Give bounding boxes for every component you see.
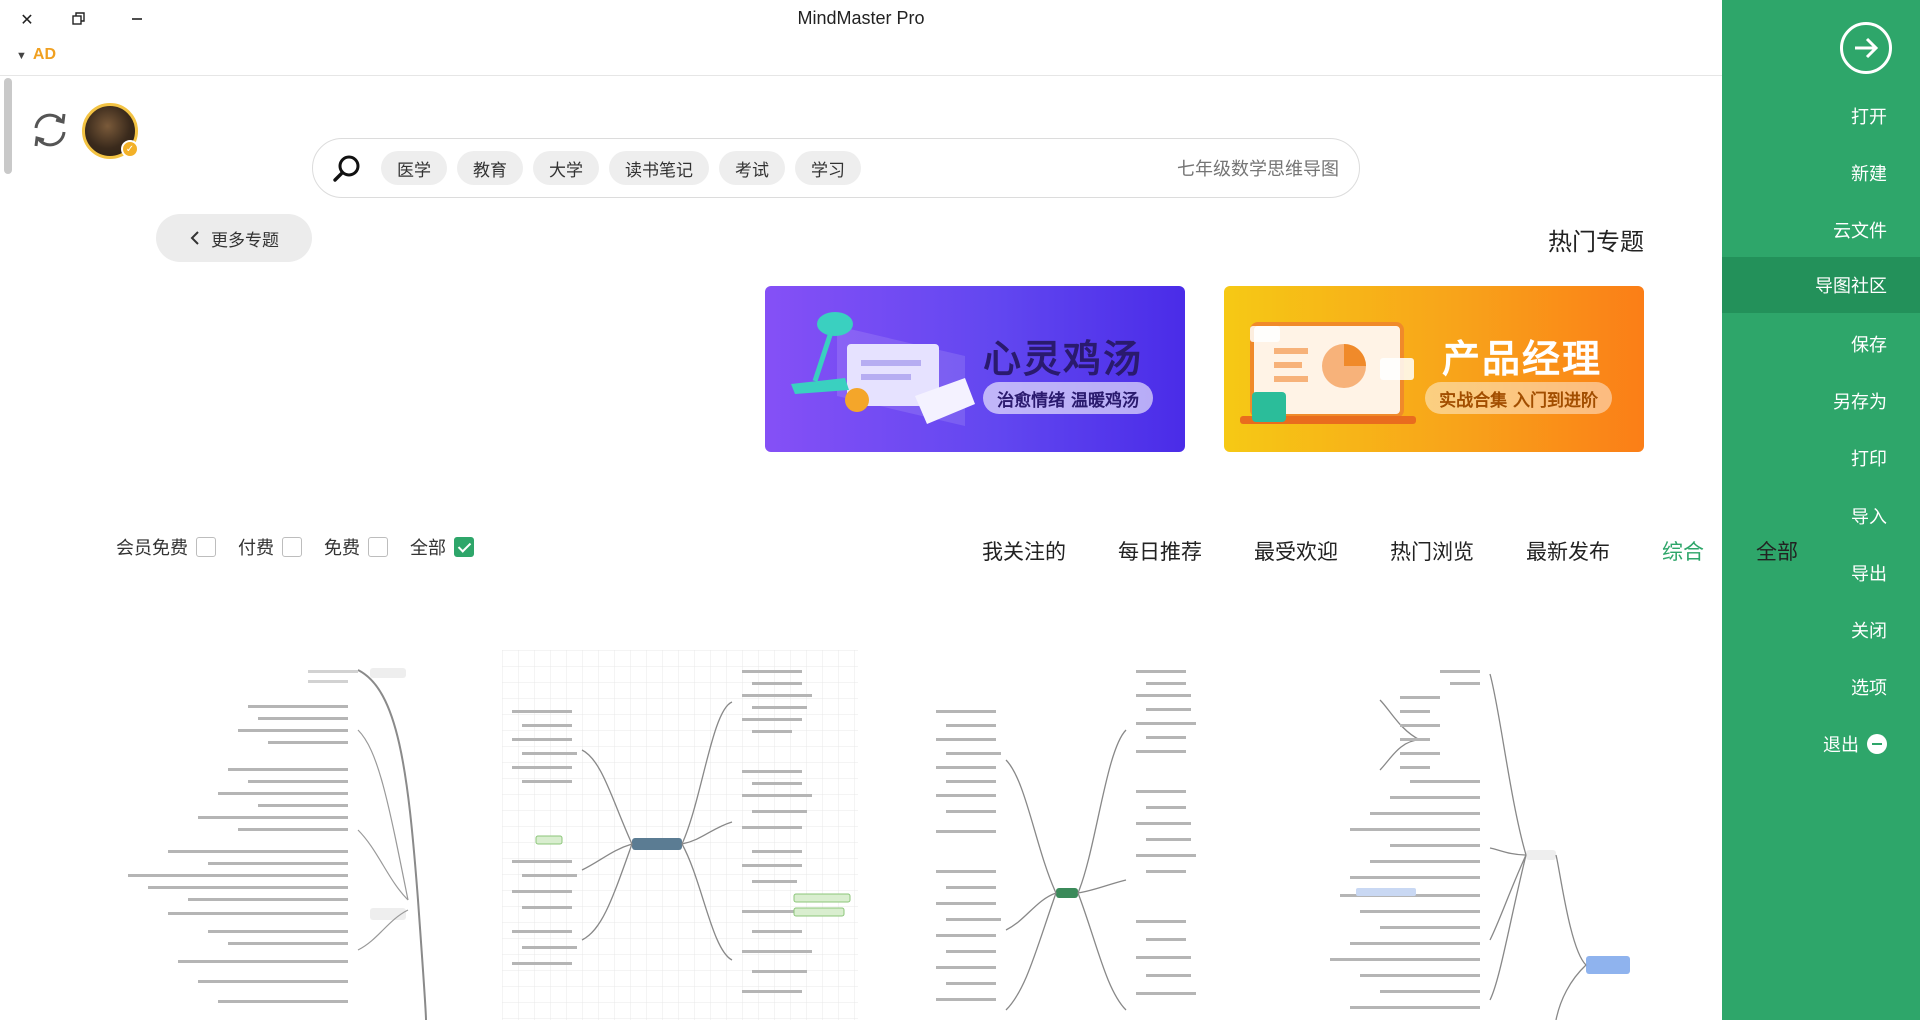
sidebar-item-label: 选项 bbox=[1851, 678, 1887, 699]
sidebar-item-label: 打印 bbox=[1851, 449, 1887, 470]
filter-free[interactable]: 免费 bbox=[324, 534, 388, 560]
sidebar-item-print[interactable]: 打印 bbox=[1722, 430, 1920, 486]
search-icon[interactable] bbox=[331, 153, 363, 185]
sidebar-item-community[interactable]: 导图社区 bbox=[1722, 257, 1920, 313]
search-chip[interactable]: 大学 bbox=[533, 151, 599, 185]
sidebar-item-open[interactable]: 打开 bbox=[1722, 88, 1920, 144]
mindmap-card[interactable] bbox=[502, 650, 858, 1020]
category-tabs: 全部 综合 最新发布 热门浏览 最受欢迎 每日推荐 我关注的 bbox=[982, 536, 1798, 566]
search-chip[interactable]: 读书笔记 bbox=[609, 151, 709, 185]
search-chip[interactable]: 考试 bbox=[719, 151, 785, 185]
tab-daily-picks[interactable]: 每日推荐 bbox=[1118, 536, 1202, 566]
filter-label: 付费 bbox=[238, 538, 274, 559]
mindmap-card[interactable] bbox=[1290, 650, 1646, 1020]
tab-latest[interactable]: 最新发布 bbox=[1526, 536, 1610, 566]
sidebar-item-label: 另存为 bbox=[1833, 392, 1887, 413]
banner-title: 心灵鸡汤 bbox=[982, 337, 1143, 381]
sidebar-item-label: 导入 bbox=[1851, 507, 1887, 528]
scrollbar-thumb[interactable] bbox=[4, 78, 12, 174]
mindmap-card[interactable] bbox=[896, 650, 1252, 1020]
sidebar-item-close[interactable]: 关闭 bbox=[1722, 602, 1920, 658]
filter-all[interactable]: 全部 bbox=[410, 534, 474, 560]
mindmap-card[interactable] bbox=[108, 650, 464, 1020]
filter-label: 全部 bbox=[410, 538, 446, 559]
search-chips: 学习 考试 读书笔记 大学 教育 医学 bbox=[381, 151, 861, 185]
filter-label: 免费 bbox=[324, 538, 360, 559]
search-chip[interactable]: 医学 bbox=[381, 151, 447, 185]
sidebar: 打开 新建 云文件 导图社区 保存 另存为 打印 导入 导出 关闭 选项 退出 bbox=[1722, 0, 1920, 1020]
refresh-icon[interactable] bbox=[28, 108, 72, 152]
price-filters: 全部 免费 付费 会员免费 bbox=[116, 534, 474, 560]
back-arrow-button[interactable] bbox=[1840, 22, 1892, 74]
sidebar-item-cloud-files[interactable]: 云文件 bbox=[1722, 202, 1920, 258]
exit-icon bbox=[1867, 734, 1887, 754]
tab-comprehensive[interactable]: 综合 bbox=[1662, 536, 1704, 566]
filter-label: 会员免费 bbox=[116, 538, 188, 559]
checkbox[interactable] bbox=[196, 537, 216, 557]
divider bbox=[0, 75, 1722, 76]
sidebar-item-label: 退出 bbox=[1823, 735, 1859, 756]
title-bar: ✕ MindMaster Pro bbox=[0, 0, 1722, 38]
more-topics-button[interactable]: 更多专题 bbox=[156, 214, 312, 262]
vip-badge-icon: ✓ bbox=[121, 140, 139, 158]
chevron-left-icon bbox=[190, 231, 199, 245]
ad-dropdown[interactable]: ▼ AD bbox=[16, 46, 56, 64]
checkbox[interactable] bbox=[368, 537, 388, 557]
sidebar-item-label: 保存 bbox=[1851, 335, 1887, 356]
ad-label: AD bbox=[32, 46, 56, 63]
filter-member-free[interactable]: 会员免费 bbox=[116, 534, 216, 560]
section-title: 热门专题 bbox=[1548, 228, 1644, 256]
sidebar-item-options[interactable]: 选项 bbox=[1722, 659, 1920, 715]
caret-down-icon: ▼ bbox=[16, 50, 27, 62]
search-chip[interactable]: 教育 bbox=[457, 151, 523, 185]
mindmap-thumbnail bbox=[936, 670, 1196, 1011]
banner-subtitle: 实战合集 入门到进阶 bbox=[1425, 382, 1612, 414]
filter-paid[interactable]: 付费 bbox=[238, 534, 302, 560]
tab-popular-views[interactable]: 热门浏览 bbox=[1390, 536, 1474, 566]
banner-product-manager[interactable]: 产品经理 实战合集 入门到进阶 bbox=[1224, 286, 1644, 452]
sidebar-item-exit[interactable]: 退出 bbox=[1722, 716, 1920, 772]
banner-title: 产品经理 bbox=[1441, 337, 1602, 381]
mindmap-thumbnail bbox=[502, 650, 858, 1020]
sidebar-item-label: 导出 bbox=[1851, 564, 1887, 585]
app-title: MindMaster Pro bbox=[797, 8, 925, 28]
banner-subtitle: 治愈情绪 温暖鸡汤 bbox=[983, 382, 1153, 414]
vertical-scrollbar[interactable] bbox=[4, 78, 12, 1018]
sidebar-item-label: 导图社区 bbox=[1815, 276, 1887, 297]
search-chip[interactable]: 学习 bbox=[795, 151, 861, 185]
sidebar-item-new[interactable]: 新建 bbox=[1722, 145, 1920, 201]
tab-following[interactable]: 我关注的 bbox=[982, 536, 1066, 566]
search-input[interactable] bbox=[917, 153, 1341, 185]
mindmap-thumbnail bbox=[128, 668, 427, 1020]
checkbox[interactable] bbox=[454, 537, 474, 557]
avatar[interactable]: ✓ bbox=[82, 103, 139, 159]
banner-chicken-soup[interactable]: 心灵鸡汤 治愈情绪 温暖鸡汤 bbox=[765, 286, 1185, 452]
sidebar-item-label: 云文件 bbox=[1833, 221, 1887, 242]
tab-all[interactable]: 全部 bbox=[1756, 536, 1798, 566]
mindmap-thumbnail bbox=[1330, 670, 1630, 1020]
sidebar-item-save-as[interactable]: 另存为 bbox=[1722, 373, 1920, 429]
sidebar-item-save[interactable]: 保存 bbox=[1722, 316, 1920, 372]
search-bar: 学习 考试 读书笔记 大学 教育 医学 bbox=[312, 138, 1360, 198]
tab-most-liked[interactable]: 最受欢迎 bbox=[1254, 536, 1338, 566]
sidebar-item-label: 关闭 bbox=[1851, 621, 1887, 642]
checkbox[interactable] bbox=[282, 537, 302, 557]
sidebar-item-label: 打开 bbox=[1851, 107, 1887, 128]
more-topics-label: 更多专题 bbox=[211, 230, 279, 251]
arrow-right-icon bbox=[1855, 37, 1879, 59]
sidebar-item-label: 新建 bbox=[1851, 164, 1887, 185]
